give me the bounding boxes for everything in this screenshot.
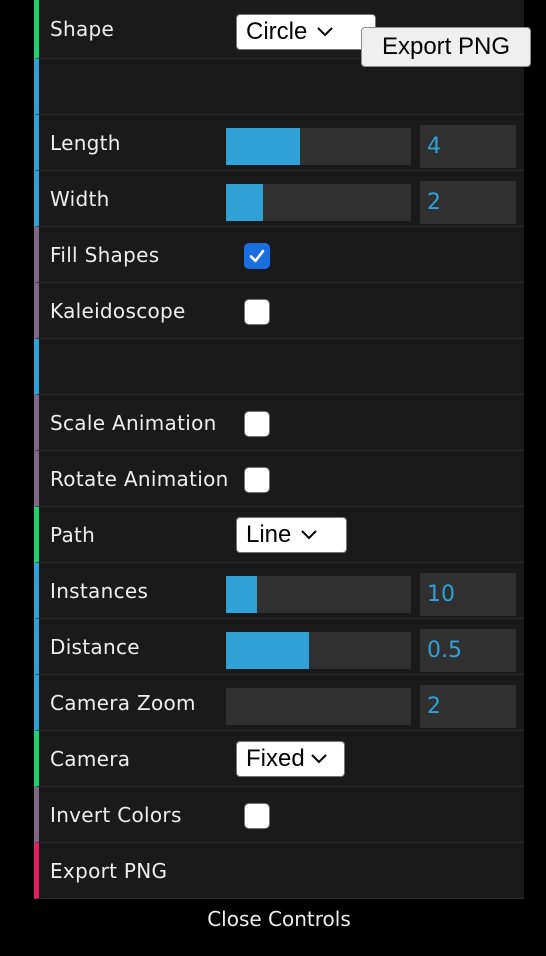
shape-label: Shape <box>50 17 115 41</box>
camera-select-value: Fixed <box>246 745 305 772</box>
checkmark-icon <box>249 249 265 263</box>
width-row: Width 2 <box>34 171 524 227</box>
distance-row: Distance 0.5 <box>34 619 524 675</box>
close-controls-button[interactable]: Close Controls <box>34 900 524 938</box>
length-slider[interactable] <box>226 128 411 165</box>
camera-select[interactable]: Fixed <box>236 741 345 777</box>
path-label: Path <box>50 522 96 547</box>
chevron-down-icon <box>317 27 334 37</box>
scale-animation-label: Scale Animation <box>50 410 217 435</box>
controls-panel: Shape Circle Length 4 Width 2 Fill Shape… <box>34 0 524 899</box>
kaleidoscope-checkbox[interactable] <box>244 299 270 325</box>
invert-colors-label: Invert Colors <box>50 802 182 827</box>
width-label: Width <box>50 186 110 211</box>
distance-label: Distance <box>50 634 140 659</box>
shape-select[interactable]: Circle <box>236 14 376 50</box>
camera-label: Camera <box>50 746 131 771</box>
instances-row: Instances 10 <box>34 563 524 619</box>
instances-label: Instances <box>50 578 149 603</box>
width-slider-fill <box>226 184 263 221</box>
chevron-down-icon <box>310 754 327 764</box>
export-png-label: Export PNG <box>50 858 168 883</box>
export-png-row[interactable]: Export PNG <box>34 843 524 899</box>
instances-input[interactable]: 10 <box>420 573 516 616</box>
fill-shapes-row: Fill Shapes <box>34 227 524 283</box>
camera-zoom-label: Camera Zoom <box>50 690 196 715</box>
camera-row: Camera Fixed <box>34 731 524 787</box>
invert-colors-row: Invert Colors <box>34 787 524 843</box>
rotate-animation-label: Rotate Animation <box>50 466 229 491</box>
chevron-down-icon <box>301 530 318 540</box>
path-row: Path Line <box>34 507 524 563</box>
length-row: Length 4 <box>34 115 524 171</box>
path-select-value: Line <box>246 521 292 548</box>
length-input[interactable]: 4 <box>420 125 516 168</box>
rotate-animation-row: Rotate Animation <box>34 451 524 507</box>
width-slider[interactable] <box>226 184 411 221</box>
fill-shapes-label: Fill Shapes <box>50 242 160 267</box>
length-label: Length <box>50 130 121 155</box>
instances-slider[interactable] <box>226 576 411 613</box>
distance-slider[interactable] <box>226 632 411 669</box>
invert-colors-checkbox[interactable] <box>244 803 270 829</box>
distance-input[interactable]: 0.5 <box>420 629 516 672</box>
spacer-row <box>34 59 524 115</box>
spacer-row <box>34 339 524 395</box>
instances-slider-fill <box>226 576 258 613</box>
kaleidoscope-row: Kaleidoscope <box>34 283 524 339</box>
distance-slider-fill <box>226 632 310 669</box>
scale-animation-checkbox[interactable] <box>244 411 270 437</box>
length-slider-fill <box>226 128 300 165</box>
rotate-animation-checkbox[interactable] <box>244 467 270 493</box>
shape-select-value: Circle <box>246 18 308 45</box>
camera-zoom-input[interactable]: 2 <box>420 685 516 728</box>
scale-animation-row: Scale Animation <box>34 395 524 451</box>
camera-zoom-row: Camera Zoom 2 <box>34 675 524 731</box>
kaleidoscope-label: Kaleidoscope <box>50 298 186 323</box>
path-select[interactable]: Line <box>236 517 347 553</box>
camera-zoom-slider[interactable] <box>226 688 411 725</box>
export-png-button[interactable]: Export PNG <box>361 27 531 67</box>
fill-shapes-checkbox[interactable] <box>244 243 270 269</box>
width-input[interactable]: 2 <box>420 181 516 224</box>
